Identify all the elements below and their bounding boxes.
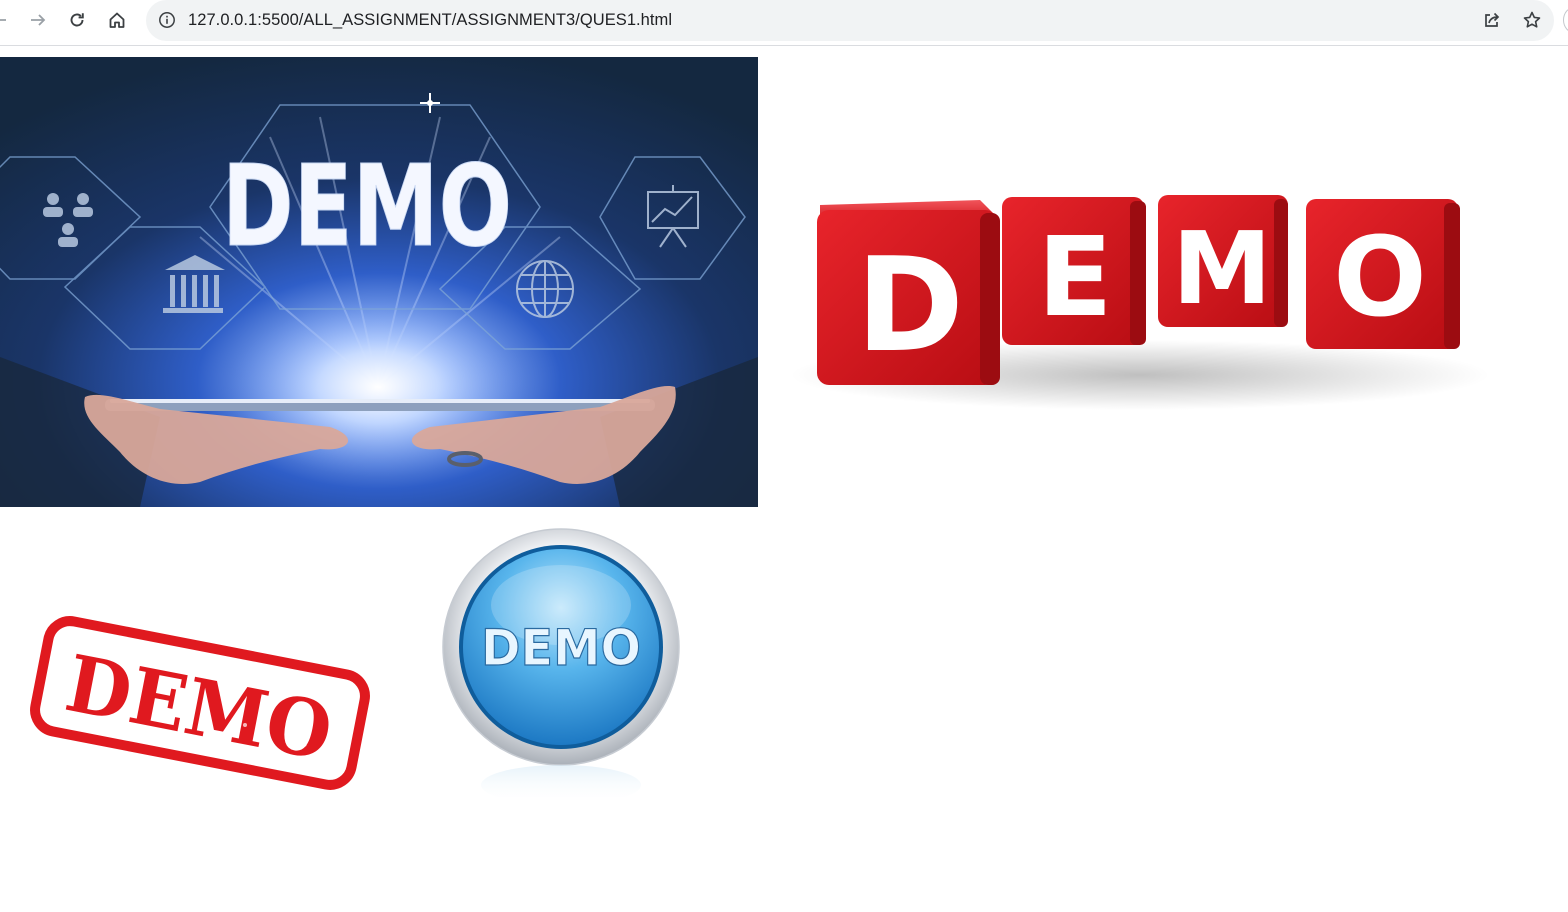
arrow-left-icon [0, 19, 6, 21]
cube-letter-m: M [1172, 210, 1272, 327]
stamp-demo-image: DEMO [25, 605, 375, 800]
tablet-demo-image: DEMO [0, 57, 758, 507]
reload-icon [70, 13, 84, 27]
profile-icon[interactable] [1563, 7, 1568, 33]
address-bar[interactable]: 127.0.0.1:5500/ALL_ASSIGNMENT/ASSIGNMENT… [146, 0, 1554, 41]
forward-button[interactable] [24, 6, 52, 34]
home-icon [109, 12, 125, 28]
button-demo-image: DEMO [436, 525, 686, 797]
globe-icon [516, 260, 574, 318]
cube-letter-o: O [1333, 213, 1427, 341]
button-text: DEMO [481, 619, 641, 677]
reload-button[interactable] [63, 6, 91, 34]
browser-toolbar: 127.0.0.1:5500/ALL_ASSIGNMENT/ASSIGNMENT… [0, 0, 1568, 46]
info-icon[interactable] [158, 11, 176, 29]
back-button[interactable] [0, 6, 14, 34]
red-cubes-demo-image: D E M O [780, 175, 1500, 415]
cube-m: M [1158, 195, 1288, 327]
demo-title: DEMO [222, 142, 512, 272]
home-button[interactable] [103, 6, 131, 34]
cube-e: E [1002, 197, 1146, 345]
cube-o: O [1306, 199, 1460, 349]
cube-d: D [817, 200, 1000, 385]
arrow-right-icon [31, 14, 46, 26]
cube-letter-e: E [1037, 213, 1112, 341]
star-icon[interactable] [1522, 10, 1542, 30]
share-icon[interactable] [1482, 10, 1502, 30]
cube-letter-d: D [856, 229, 964, 381]
url-text[interactable]: 127.0.0.1:5500/ALL_ASSIGNMENT/ASSIGNMENT… [188, 11, 672, 30]
